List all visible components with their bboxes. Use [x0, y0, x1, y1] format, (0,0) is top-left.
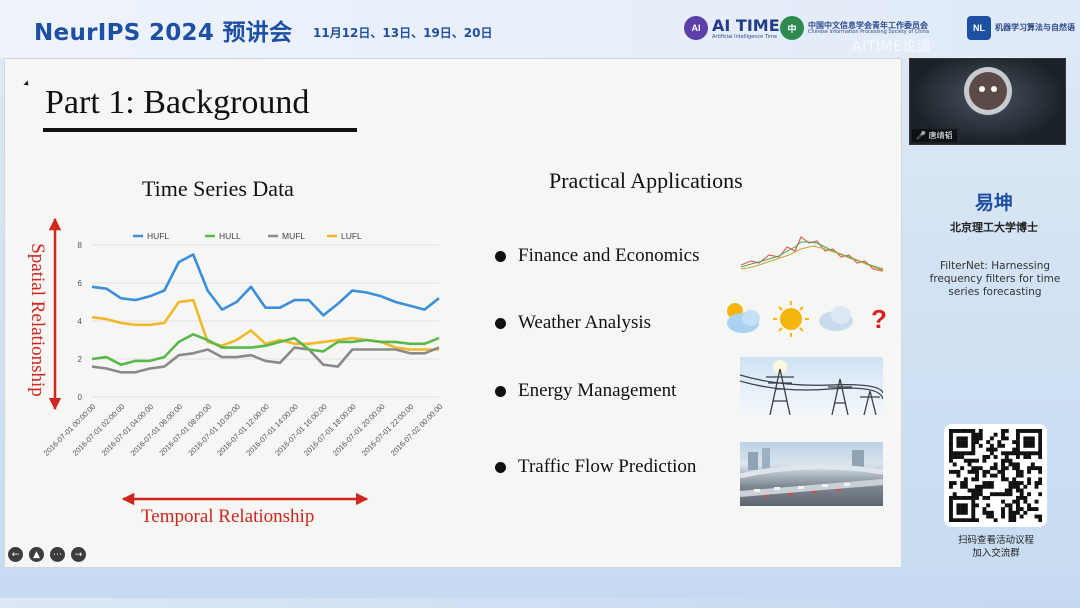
x-tick-label: 2016-07-01 04:00:00 [100, 402, 156, 458]
spatial-relationship-label: Spatial Relationship [27, 243, 48, 397]
mlnlp-logo-icon: NL [967, 16, 991, 40]
x-tick-label: 2016-07-01 12:00:00 [215, 402, 271, 458]
y-tick-label: 0 [78, 393, 83, 402]
app-item-energy: Energy Management [495, 380, 676, 402]
x-tick-label: 2016-07-01 10:00:00 [186, 402, 242, 458]
next-icon[interactable]: → [71, 547, 86, 562]
qr-code[interactable] [944, 424, 1047, 527]
x-tick-label: 2016-07-01 20:00:00 [331, 402, 387, 458]
legend-label: HUFL [147, 231, 169, 241]
temporal-relationship-label: Temporal Relationship [141, 506, 315, 527]
weather-icons-image: ? [721, 297, 889, 339]
power-tower-icon [740, 360, 883, 415]
app-item-weather: Weather Analysis [495, 312, 651, 334]
y-tick-label: 6 [78, 279, 83, 288]
qr-code-icon [949, 429, 1043, 523]
x-tick-label: 2016-07-02 00:00:00 [389, 402, 445, 458]
x-tick-label: 2016-07-01 18:00:00 [302, 402, 358, 458]
sun-icon [773, 301, 809, 337]
x-tick-label: 2016-07-01 02:00:00 [71, 402, 127, 458]
app-item-finance: Finance and Economics [495, 245, 700, 267]
stock-chart-icon [740, 236, 884, 272]
app-label: Traffic Flow Prediction [518, 456, 697, 477]
x-tick-label: 2016-07-01 16:00:00 [273, 402, 329, 458]
pen-icon[interactable]: ▲ [29, 547, 44, 562]
bullet-icon [495, 385, 506, 397]
presentation-slide: Part 1: Background Time Series Data 0246… [4, 58, 902, 568]
question-icon: ? [871, 304, 887, 334]
applications-heading: Practical Applications [549, 168, 743, 193]
series-line-hufl [91, 253, 440, 317]
cloud-icon [819, 306, 853, 331]
x-tick-label: 2016-07-01 06:00:00 [129, 402, 185, 458]
aitime-logo-icon: AI [684, 16, 708, 41]
cloud-sun-icon [727, 303, 760, 333]
stock-chart-image [739, 229, 885, 279]
y-tick-label: 2 [78, 355, 83, 364]
event-title: NeurIPS 2024 预讲会 [34, 20, 293, 46]
mlnlp-logo: NL 机器学习算法与自然语言处理 [967, 16, 1075, 40]
more-icon[interactable]: ⋯ [50, 547, 65, 562]
x-tick-label: 2016-07-01 14:00:00 [244, 402, 300, 458]
bullet-icon [495, 250, 506, 262]
aitime-logo: AI AI TIME Artificial Intelligence Time [684, 16, 780, 41]
app-label: Weather Analysis [518, 312, 652, 333]
cips-logo-icon: 中 [780, 16, 804, 40]
qr-caption: 扫码查看活动议程 加入交流群 [957, 535, 1034, 559]
app-item-traffic: Traffic Flow Prediction [495, 456, 696, 478]
speaker-video[interactable]: 🎤 唐靖韬 [909, 58, 1066, 145]
app-label: Energy Management [518, 380, 677, 401]
prev-icon[interactable]: ← [8, 547, 23, 562]
paper-title: FilterNet: Harnessing frequency filters … [929, 260, 1061, 299]
watermark: AITIME论道 [852, 39, 932, 55]
mic-icon: 🎤 [916, 131, 926, 140]
bullet-icon [495, 461, 506, 473]
power-towers-image [740, 357, 883, 415]
app-label: Finance and Economics [518, 245, 700, 266]
legend-label: LUFL [341, 231, 362, 241]
speaker-name-tag: 🎤 唐靖韬 [912, 129, 957, 142]
highway-icon [740, 448, 883, 497]
presenter-name: 易坤 [974, 192, 1013, 214]
legend-label: MUFL [282, 231, 305, 241]
bullet-icon [495, 317, 506, 329]
top-banner: NeurIPS 2024 预讲会 11月12日、13日、19日、20日 AI A… [0, 0, 1080, 58]
y-tick-label: 4 [78, 317, 83, 326]
event-dates: 11月12日、13日、19日、20日 [313, 26, 493, 40]
highway-traffic-image [740, 442, 883, 506]
x-tick-label: 2016-07-01 08:00:00 [157, 402, 213, 458]
slide-controls: ← ▲ ⋯ → [8, 547, 86, 562]
presenter-affiliation: 北京理工大学博士 [950, 221, 1038, 234]
legend-label: HULL [219, 231, 241, 241]
bottom-strip [0, 598, 1080, 608]
x-tick-label: 2016-07-01 00:00:00 [42, 402, 98, 458]
x-tick-label: 2016-07-01 22:00:00 [360, 402, 416, 458]
y-tick-label: 8 [78, 241, 83, 250]
